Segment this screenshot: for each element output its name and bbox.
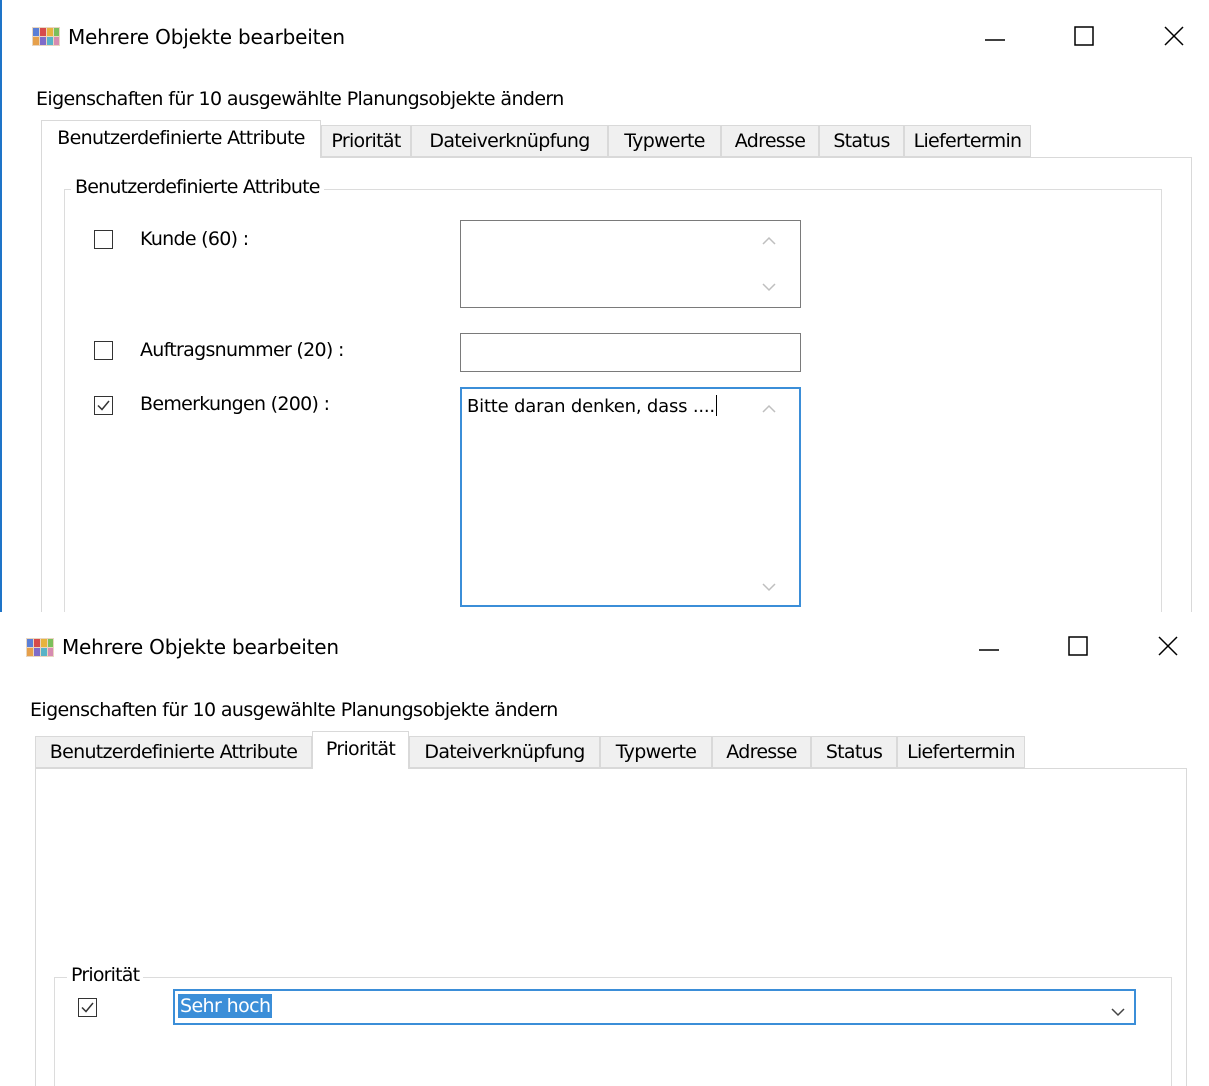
window-title: Mehrere Objekte bearbeiten (68, 25, 345, 49)
close-icon (1158, 636, 1178, 656)
scroll-up-icon[interactable] (761, 235, 777, 247)
input-auftragsnummer[interactable] (460, 333, 801, 372)
maximize-button[interactable] (1061, 16, 1107, 56)
close-icon (1164, 26, 1184, 46)
tab-liefertermin[interactable]: Liefertermin (904, 125, 1031, 157)
textarea-kunde[interactable] (460, 220, 801, 308)
app-icon (26, 638, 54, 657)
tab-status[interactable]: Status (819, 125, 904, 157)
tab-prioritaet[interactable]: Priorität (321, 125, 411, 157)
minimize-button[interactable] (972, 16, 1018, 56)
title-bar[interactable]: Mehrere Objekte bearbeiten (0, 612, 1209, 682)
checkmark-icon (97, 400, 110, 411)
checkbox-prioritaet[interactable] (78, 998, 97, 1017)
title-bar[interactable]: Mehrere Objekte bearbeiten (2, 0, 1209, 70)
checkbox-kunde[interactable] (94, 230, 113, 249)
textarea-bemerkungen-value: Bitte daran denken, dass .... (467, 396, 715, 417)
tab-strip: Benutzerdefinierte Attribute Priorität D… (35, 731, 1035, 770)
maximize-icon (1074, 26, 1094, 46)
tab-dateiverknuepfung[interactable]: Dateiverknüpfung (409, 736, 600, 768)
tab-prioritaet[interactable]: Priorität (312, 731, 409, 769)
label-kunde: Kunde (60) : (140, 228, 249, 250)
minimize-icon (985, 39, 1005, 41)
tab-typwerte[interactable]: Typwerte (608, 125, 721, 157)
scroll-up-icon[interactable] (761, 403, 777, 415)
tab-benutzerdefinierte-attribute[interactable]: Benutzerdefinierte Attribute (41, 120, 321, 158)
minimize-button[interactable] (966, 626, 1012, 666)
scroll-down-icon[interactable] (761, 281, 777, 293)
close-button[interactable] (1145, 626, 1191, 666)
maximize-button[interactable] (1055, 626, 1101, 666)
checkmark-icon (81, 1002, 94, 1013)
checkbox-auftragsnummer[interactable] (94, 341, 113, 360)
maximize-icon (1068, 636, 1088, 656)
dialog-window-priority: Mehrere Objekte bearbeiten Eigenschaften… (0, 612, 1209, 1086)
tab-typwerte[interactable]: Typwerte (600, 736, 712, 768)
tab-adresse[interactable]: Adresse (721, 125, 819, 157)
tab-liefertermin[interactable]: Liefertermin (897, 736, 1025, 768)
minimize-icon (979, 649, 999, 651)
window-title: Mehrere Objekte bearbeiten (62, 635, 339, 659)
tab-strip: Benutzerdefinierte Attribute Priorität D… (41, 120, 1041, 159)
scroll-down-icon[interactable] (761, 581, 777, 593)
tab-panel: Priorität Sehr hoch (35, 768, 1187, 1086)
tab-panel: Benutzerdefinierte Attribute Kunde (60) … (41, 157, 1192, 612)
group-label: Benutzerdefinierte Attribute (71, 176, 324, 198)
priority-select[interactable]: Sehr hoch (173, 989, 1136, 1025)
dialog-window-custom-attributes: Mehrere Objekte bearbeiten Eigenschaften… (0, 0, 1209, 612)
close-button[interactable] (1151, 16, 1197, 56)
selection-description: Eigenschaften für 10 ausgewählte Planung… (30, 699, 558, 721)
textarea-bemerkungen[interactable]: Bitte daran denken, dass .... (460, 387, 801, 607)
label-bemerkungen: Bemerkungen (200) : (140, 393, 330, 415)
selection-description: Eigenschaften für 10 ausgewählte Planung… (36, 88, 564, 110)
tab-status[interactable]: Status (811, 736, 897, 768)
priority-select-value: Sehr hoch (178, 994, 273, 1018)
tab-dateiverknuepfung[interactable]: Dateiverknüpfung (411, 125, 608, 157)
text-caret (715, 395, 717, 416)
tab-benutzerdefinierte-attribute[interactable]: Benutzerdefinierte Attribute (35, 736, 312, 768)
tab-adresse[interactable]: Adresse (712, 736, 811, 768)
chevron-down-icon[interactable] (1110, 1002, 1126, 1021)
label-auftragsnummer: Auftragsnummer (20) : (140, 339, 344, 361)
app-icon (32, 27, 60, 46)
group-label: Priorität (67, 964, 144, 986)
checkbox-bemerkungen[interactable] (94, 396, 113, 415)
